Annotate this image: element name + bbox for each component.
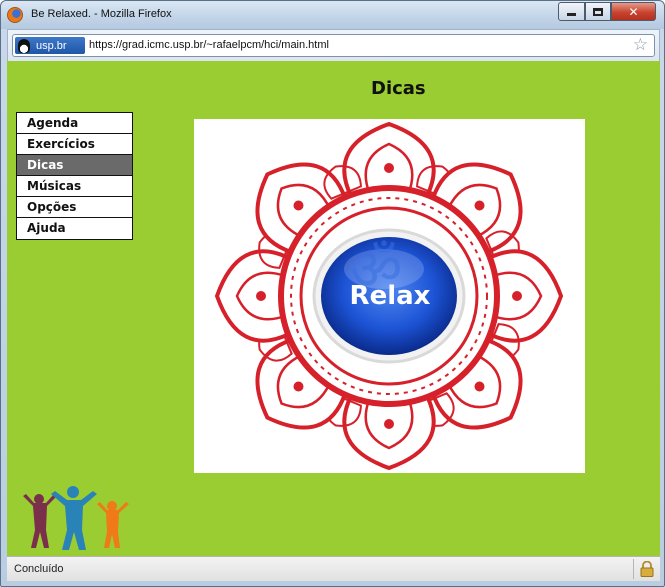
people-logo — [23, 486, 129, 550]
site-identity-button[interactable]: usp.br — [15, 37, 85, 54]
page-title: Dicas — [371, 78, 426, 99]
url-text[interactable]: https://grad.icmc.usp.br/~rafaelpcm/hci/… — [89, 39, 329, 51]
status-text: Concluído — [14, 563, 64, 575]
window-title: Be Relaxed. - Mozilla Firefox — [31, 8, 172, 20]
maximize-icon — [593, 7, 603, 16]
close-icon: ✕ — [628, 4, 639, 19]
status-bar: Concluído — [7, 556, 660, 581]
maximize-button[interactable] — [585, 2, 611, 21]
firefox-icon — [7, 7, 23, 23]
title-bar[interactable]: Be Relaxed. - Mozilla Firefox ✕ — [1, 1, 664, 29]
relax-text: Relax — [350, 281, 431, 311]
minimize-button[interactable] — [558, 2, 585, 21]
tux-icon — [18, 38, 30, 53]
relax-mandala-image: ॐ Relax — [194, 119, 585, 473]
menu-item-agenda[interactable]: Agenda — [17, 113, 132, 134]
close-button[interactable]: ✕ — [611, 2, 656, 21]
navigation-bar: usp.br https://grad.icmc.usp.br/~rafaelp… — [7, 29, 660, 61]
menu-item-exercicios[interactable]: Exercícios — [17, 134, 132, 155]
side-menu: Agenda Exercícios Dicas Músicas Opções A… — [16, 112, 133, 240]
page-content: Dicas Agenda Exercícios Dicas Músicas Op… — [7, 61, 660, 556]
address-bar[interactable]: usp.br https://grad.icmc.usp.br/~rafaelp… — [12, 34, 655, 57]
menu-item-dicas[interactable]: Dicas — [17, 155, 132, 176]
lock-icon[interactable] — [640, 561, 654, 577]
site-identity-label: usp.br — [36, 39, 67, 52]
menu-item-ajuda[interactable]: Ajuda — [17, 218, 132, 239]
browser-window: Be Relaxed. - Mozilla Firefox ✕ usp.br h… — [0, 0, 665, 587]
status-divider — [633, 559, 634, 579]
menu-item-musicas[interactable]: Músicas — [17, 176, 132, 197]
menu-item-opcoes[interactable]: Opções — [17, 197, 132, 218]
bookmark-star-icon[interactable]: ☆ — [633, 35, 648, 56]
minimize-icon — [567, 13, 576, 16]
